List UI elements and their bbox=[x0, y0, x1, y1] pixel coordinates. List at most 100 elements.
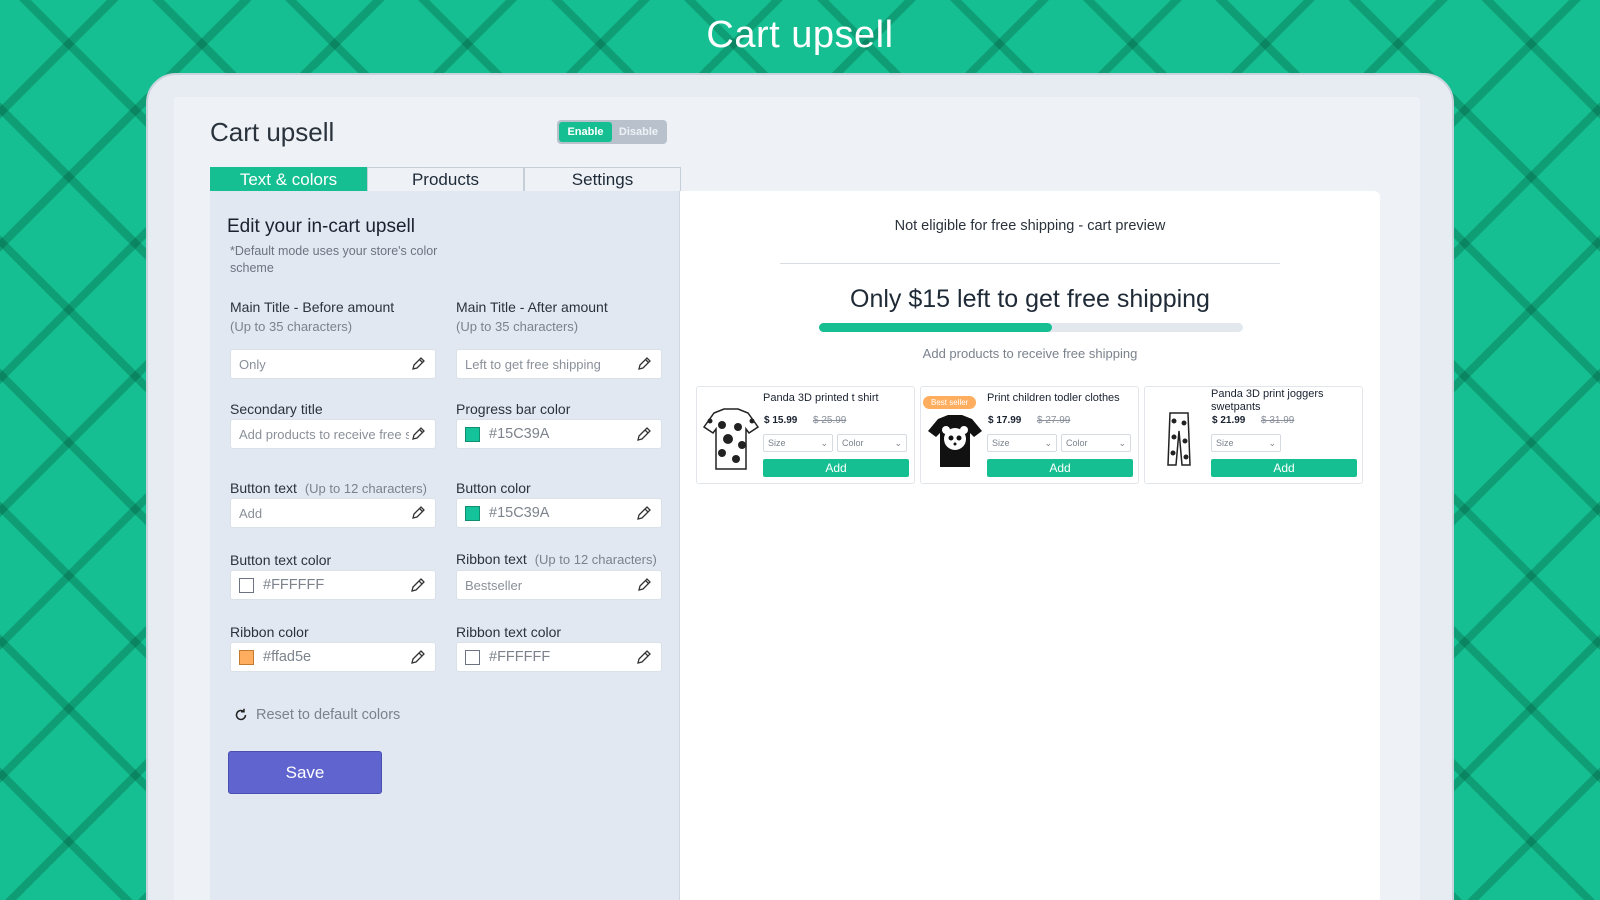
color-select[interactable]: Color ⌄ bbox=[837, 434, 907, 452]
input-value: #FFFFFF bbox=[263, 577, 325, 593]
add-button[interactable]: Add bbox=[763, 459, 909, 477]
color-swatch[interactable] bbox=[239, 577, 254, 593]
progress-fill bbox=[819, 323, 1053, 332]
color-swatch[interactable] bbox=[465, 505, 480, 521]
label-text: Button text bbox=[230, 480, 297, 496]
tab-settings[interactable]: Settings bbox=[524, 167, 681, 191]
product-card: Panda 3D print joggers swetpants $ 21.99… bbox=[1144, 386, 1363, 484]
input-value: #ffad5e bbox=[263, 649, 312, 665]
label-hint: (Up to 35 characters) bbox=[456, 319, 579, 334]
size-select[interactable]: Size ⌄ bbox=[763, 434, 833, 452]
chevron-down-icon: ⌄ bbox=[894, 437, 902, 448]
input-value: Add bbox=[239, 505, 263, 521]
tab-text-colors[interactable]: Text & colors bbox=[210, 167, 367, 191]
eyedropper-icon[interactable] bbox=[635, 425, 653, 443]
eyedropper-icon[interactable] bbox=[409, 576, 427, 594]
chevron-down-icon: ⌄ bbox=[820, 437, 828, 448]
hero-title: Cart upsell bbox=[706, 14, 894, 56]
select-value: Color bbox=[842, 438, 864, 448]
editor-note: *Default mode uses your store's color sc… bbox=[230, 244, 438, 275]
product-card: Best seller Print children todler clothe… bbox=[920, 386, 1139, 484]
enable-disable-toggle[interactable]: Enable Disable bbox=[557, 120, 667, 144]
enable-option[interactable]: Enable bbox=[559, 122, 612, 142]
editor-panel: Edit your in-cart upsell *Default mode u… bbox=[210, 191, 680, 900]
color-swatch[interactable] bbox=[465, 426, 480, 442]
select-value: Size bbox=[1216, 438, 1234, 448]
button-text-color-input[interactable]: #FFFFFF bbox=[230, 570, 436, 600]
product-name: Print children todler clothes bbox=[987, 392, 1120, 404]
label-hint: (Up to 35 characters) bbox=[230, 319, 353, 334]
page-title: Cart upsell bbox=[210, 117, 335, 147]
color-select[interactable]: Color ⌄ bbox=[1061, 434, 1131, 452]
joggers-image bbox=[1150, 407, 1208, 471]
input-value: #15C39A bbox=[489, 505, 550, 521]
editor-heading: Edit your in-cart upsell bbox=[227, 216, 415, 237]
chevron-down-icon: ⌄ bbox=[1044, 437, 1052, 448]
input-value: #FFFFFF bbox=[489, 649, 551, 665]
pencil-icon[interactable] bbox=[409, 355, 427, 373]
product-price: $ 21.99 bbox=[1212, 415, 1246, 426]
preview-title: Not eligible for free shipping - cart pr… bbox=[894, 218, 1166, 234]
ribbon-text-color-label: Ribbon text color bbox=[456, 624, 562, 640]
color-swatch[interactable] bbox=[239, 649, 254, 665]
main-title-after-input[interactable]: Left to get free shipping bbox=[456, 349, 662, 379]
pencil-icon[interactable] bbox=[409, 504, 427, 522]
label-text: Main Title - After amount bbox=[456, 299, 608, 315]
label-hint: (Up to 12 characters) bbox=[534, 552, 657, 567]
product-card: Panda 3D printed t shirt $ 15.99 $ 25.99… bbox=[696, 386, 915, 484]
reset-colors-link[interactable]: Reset to default colors bbox=[232, 706, 400, 724]
product-price: $ 15.99 bbox=[764, 415, 798, 426]
pencil-icon[interactable] bbox=[635, 355, 653, 373]
app-frame: Cart upsell Enable Disable Text & colors… bbox=[146, 73, 1454, 900]
eyedropper-icon[interactable] bbox=[635, 504, 653, 522]
input-value: Only bbox=[239, 356, 266, 372]
tab-products[interactable]: Products bbox=[367, 167, 524, 191]
label-text: Main Title - Before amount bbox=[230, 299, 395, 315]
eyedropper-icon[interactable] bbox=[635, 648, 653, 666]
main-title-after-label: Main Title - After amount (Up to 35 char… bbox=[456, 299, 608, 334]
eyedropper-icon[interactable] bbox=[409, 648, 427, 666]
progress-bar bbox=[819, 323, 1243, 332]
pencil-icon[interactable] bbox=[635, 576, 653, 594]
ribbon-color-input[interactable]: #ffad5e bbox=[230, 642, 436, 672]
add-button[interactable]: Add bbox=[1211, 459, 1357, 477]
product-name: Panda 3D print joggers swetpants bbox=[1211, 388, 1324, 413]
ribbon-text-input[interactable]: Bestseller bbox=[456, 570, 662, 600]
tshirt-image bbox=[702, 407, 760, 471]
add-button[interactable]: Add bbox=[987, 459, 1133, 477]
ribbon-text-label: Ribbon text (Up to 12 characters) bbox=[456, 551, 657, 567]
select-value: Size bbox=[992, 438, 1010, 448]
size-select[interactable]: Size ⌄ bbox=[987, 434, 1057, 452]
size-select[interactable]: Size ⌄ bbox=[1211, 434, 1281, 452]
color-swatch[interactable] bbox=[465, 649, 480, 665]
input-value: Bestseller bbox=[465, 577, 523, 593]
product-price: $ 17.99 bbox=[988, 415, 1022, 426]
product-name: Panda 3D printed t shirt bbox=[763, 392, 879, 404]
pencil-icon[interactable] bbox=[409, 425, 427, 443]
product-old-price: $ 27.99 bbox=[1037, 415, 1071, 426]
disable-option[interactable]: Disable bbox=[612, 122, 665, 142]
save-button[interactable]: Save bbox=[228, 751, 382, 794]
button-text-input[interactable]: Add bbox=[230, 498, 436, 528]
button-color-input[interactable]: #15C39A bbox=[456, 498, 662, 528]
refresh-icon bbox=[232, 706, 250, 724]
ribbon-text-color-input[interactable]: #FFFFFF bbox=[456, 642, 662, 672]
secondary-title-label: Secondary title bbox=[230, 401, 323, 417]
main-title-before-input[interactable]: Only bbox=[230, 349, 436, 379]
button-text-label: Button text (Up to 12 characters) bbox=[230, 480, 427, 496]
product-cards: Panda 3D printed t shirt $ 15.99 $ 25.99… bbox=[696, 386, 1363, 484]
input-value: Left to get free shipping bbox=[465, 356, 601, 372]
button-color-label: Button color bbox=[456, 480, 531, 496]
secondary-title-input[interactable]: Add products to receive free shipping bbox=[230, 419, 436, 449]
button-text-color-label: Button text color bbox=[230, 552, 332, 568]
progress-bar-color-label: Progress bar color bbox=[456, 401, 571, 417]
progress-bar-color-input[interactable]: #15C39A bbox=[456, 419, 662, 449]
tab-bar: Text & colors Products Settings bbox=[210, 167, 681, 191]
label-text: Ribbon text bbox=[456, 551, 527, 567]
reset-label: Reset to default colors bbox=[256, 707, 401, 723]
panda-shirt-image bbox=[926, 407, 984, 471]
divider bbox=[780, 263, 1280, 264]
preview-main-title: Only $15 left to get free shipping bbox=[850, 285, 1210, 313]
product-old-price: $ 25.99 bbox=[813, 415, 847, 426]
preview-subtitle: Add products to receive free shipping bbox=[922, 346, 1138, 361]
